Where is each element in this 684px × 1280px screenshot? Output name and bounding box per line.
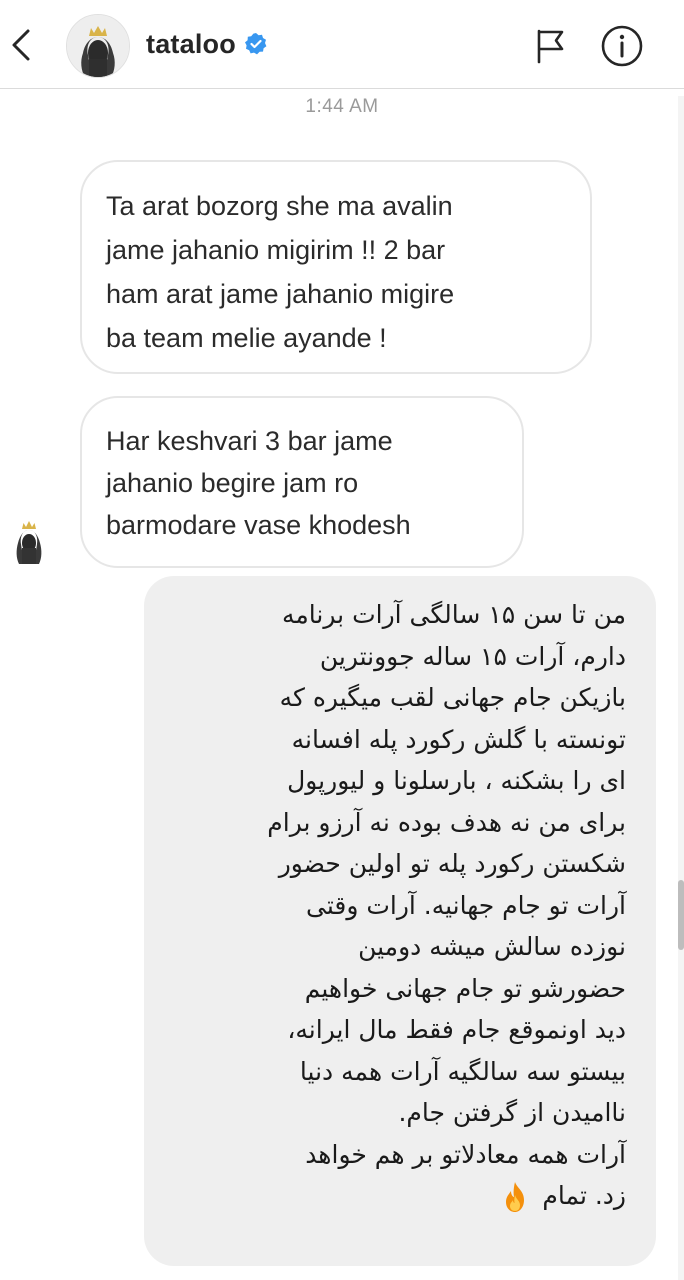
message-line: ناامیدن از گرفتن جام. [398,1098,626,1127]
back-button[interactable] [4,22,38,68]
avatar-image [67,15,129,77]
message-line: من تا سن ۱۵ سالگی آرات برنامه [282,600,626,629]
message-line: دید اونموقع جام فقط مال ایرانه، [287,1015,626,1044]
message-line: بیستو سه سالگیه آرات همه دنیا [299,1056,626,1086]
message-line: آرات تو جام جهانیه. آرات وقتی [305,890,626,920]
scrollbar-track[interactable] [678,96,684,1280]
username-container[interactable]: tataloo [146,26,268,62]
message-line: ham arat jame jahanio migire [106,279,455,309]
message-line: ba team melie ayande ! [106,323,387,353]
info-button[interactable] [598,22,646,70]
message-line: ای را بشکنه ، بارسلونا و لیورپول [287,766,626,795]
username[interactable]: tataloo [146,29,236,60]
message-line: آرات همه معادلاتو بر هم خواهد [305,1139,626,1169]
message-line: jame jahanio migirim !! 2 bar [106,235,446,265]
info-circle-icon [601,25,643,67]
sender-avatar[interactable] [8,516,50,564]
message-line: شکستن رکورد پله تو اولین حضور [278,849,626,878]
avatar-image [8,516,50,564]
message-line: نوزده سالش میشه دومین [358,932,626,961]
verified-badge-icon [244,33,267,55]
incoming-message-bubble[interactable]: Ta arat bozorg she ma avalin jame jahani… [80,160,592,374]
fire-emoji-icon [506,1182,525,1212]
flag-icon [537,29,564,64]
message-line: Ta arat bozorg she ma avalin [106,191,453,221]
scrollbar-thumb[interactable] [678,880,684,950]
profile-avatar[interactable] [66,14,130,78]
message-line-text: زد. تمام [542,1181,626,1210]
chevron-left-icon [12,29,30,61]
message-line: barmodare vase khodesh [106,510,411,540]
message-line: jahanio begire jam ro [106,468,359,498]
message-line: برای من نه هدف بوده نه آرزو برام [267,807,626,837]
message-line: حضورشو تو جام جهانی خواهیم [304,973,626,1003]
message-line: بازیکن جام جهانی لقب میگیره که [279,683,626,712]
report-flag-button[interactable] [528,24,572,68]
incoming-message-bubble[interactable]: Har keshvari 3 bar jame jahanio begire j… [80,396,524,568]
message-timestamp: 1:44 AM [305,96,379,117]
chat-header: tataloo [0,0,684,89]
message-line: تونسته با گلش رکورد پله افسانه [291,724,626,754]
outgoing-message-bubble[interactable]: من تا سن ۱۵ سالگی آرات برنامه دارم، آرات… [144,576,656,1266]
message-last-line: زد. تمام [164,1175,626,1217]
message-line: دارم، آرات ۱۵ ساله جوونترین [319,641,626,671]
message-line: Har keshvari 3 bar jame [106,426,393,456]
